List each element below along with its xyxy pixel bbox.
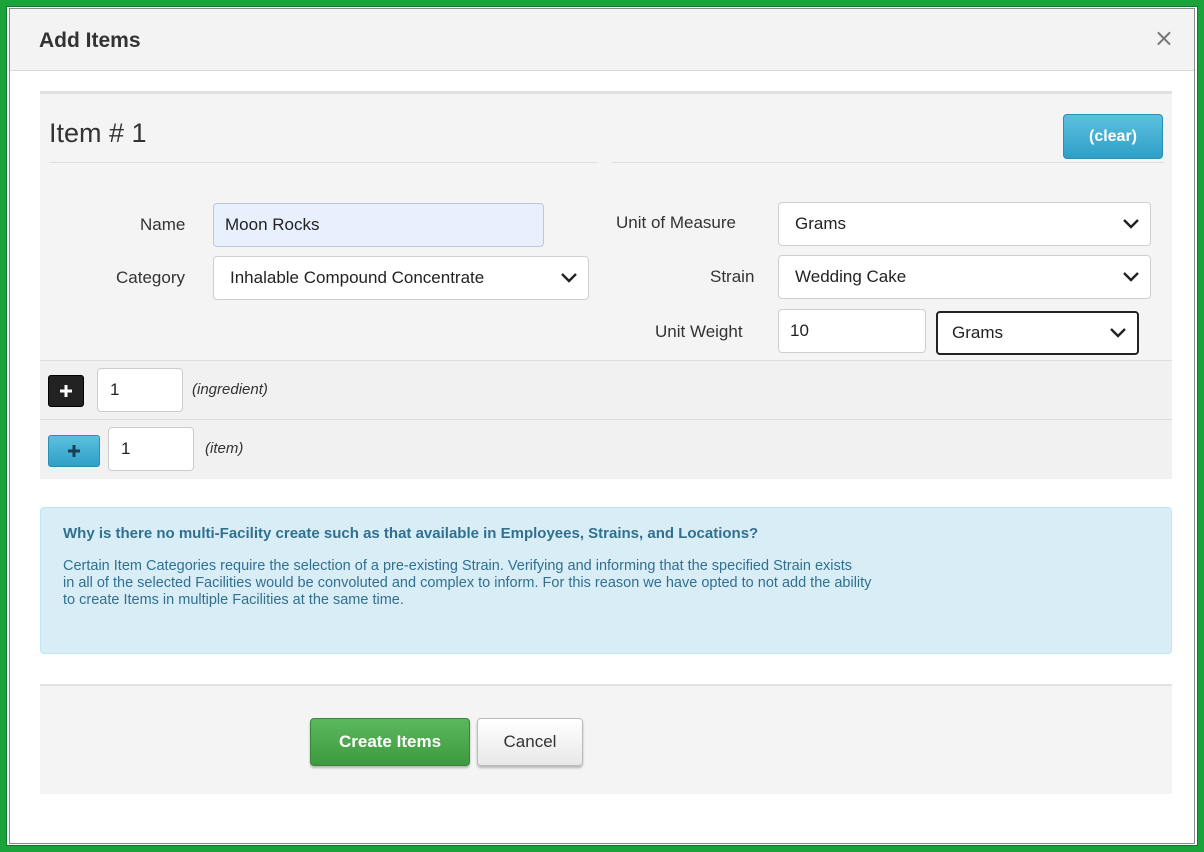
info-line: Certain Item Categories require the sele…	[63, 558, 853, 574]
strain-label: Strain	[710, 267, 755, 286]
ingredient-quantity-input[interactable]: 1	[97, 368, 183, 412]
strain-select[interactable]: Wedding Cake	[778, 255, 1151, 299]
name-value: Moon Rocks	[225, 215, 320, 234]
item-heading: Item # 1	[49, 118, 147, 148]
unit-of-measure-select[interactable]: Grams	[778, 202, 1151, 246]
item-quantity-input[interactable]: 1	[108, 427, 194, 471]
info-alert: Why is there no multi-Facility create su…	[40, 507, 1172, 654]
info-line: in all of the selected Facilities would …	[63, 575, 872, 591]
unit-weight-value: 10	[790, 321, 809, 340]
chevron-down-icon	[1123, 272, 1139, 282]
chevron-down-icon	[561, 273, 577, 283]
chevron-down-icon	[1110, 328, 1126, 338]
ingredient-row: 1 (ingredient)	[40, 360, 1172, 420]
ingredient-quantity-value: 1	[110, 380, 120, 399]
category-select[interactable]: Inhalable Compound Concentrate	[213, 256, 589, 300]
unit-weight-label: Unit Weight	[655, 322, 743, 341]
unit-of-measure-value: Grams	[795, 214, 846, 233]
strain-value: Wedding Cake	[795, 267, 907, 286]
unit-weight-uom-select[interactable]: Grams	[936, 311, 1139, 355]
ingredient-hint: (ingredient)	[192, 381, 268, 398]
plus-icon	[68, 445, 80, 457]
name-label: Name	[140, 215, 186, 234]
item-quantity-value: 1	[121, 439, 131, 458]
add-ingredient-button[interactable]	[48, 375, 84, 407]
create-items-button[interactable]: Create Items	[310, 718, 470, 766]
unit-weight-input[interactable]: 10	[778, 309, 926, 353]
category-label: Category	[116, 268, 185, 287]
cancel-button[interactable]: Cancel	[477, 718, 583, 766]
item-hint: (item)	[205, 440, 244, 457]
add-item-button[interactable]	[48, 435, 100, 467]
clear-button[interactable]: (clear)	[1063, 114, 1163, 159]
item-panel: Item # 1 (clear) Name Moon Rocks Categor…	[40, 91, 1172, 479]
divider	[612, 162, 1164, 163]
info-body: Certain Item Categories require the sele…	[63, 558, 1143, 609]
modal-title: Add Items	[39, 29, 141, 52]
category-value: Inhalable Compound Concentrate	[230, 268, 485, 287]
modal-header: Add Items ×	[10, 9, 1194, 71]
plus-icon	[60, 385, 72, 397]
name-input[interactable]: Moon Rocks	[213, 203, 544, 247]
close-icon[interactable]: ×	[1154, 26, 1174, 50]
unit-weight-uom-value: Grams	[952, 323, 1003, 342]
modal-footer: Create Items Cancel	[40, 684, 1172, 794]
add-items-modal: Add Items × Item # 1 (clear) Name Moon R…	[9, 8, 1195, 844]
unit-of-measure-label: Unit of Measure	[616, 213, 736, 232]
info-line: to create Items in multiple Facilities a…	[63, 592, 404, 608]
info-title: Why is there no multi-Facility create su…	[63, 525, 759, 542]
chevron-down-icon	[1123, 219, 1139, 229]
divider	[49, 162, 597, 163]
item-row: 1 (item)	[40, 420, 1172, 479]
